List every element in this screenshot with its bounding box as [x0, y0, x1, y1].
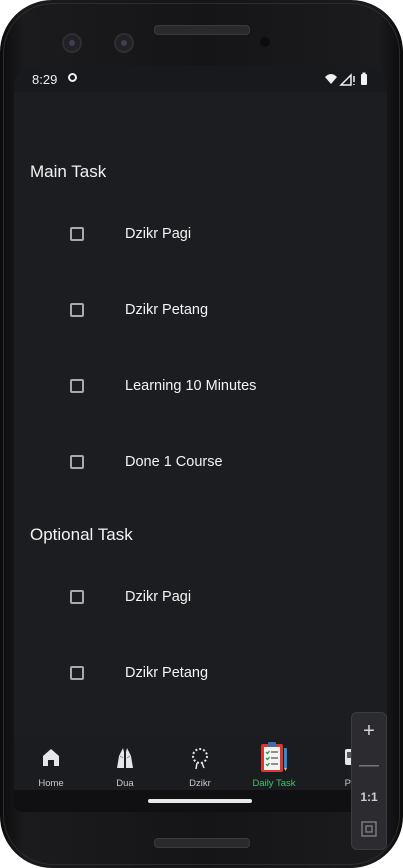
clipboard-checklist-icon — [261, 742, 287, 772]
nav-label: Dua — [116, 778, 134, 789]
task-checkbox[interactable] — [70, 227, 84, 241]
nav-item-home[interactable]: Home — [16, 738, 86, 790]
nav-label: Daily Task — [252, 778, 296, 789]
task-label: Dzikr Petang — [125, 302, 209, 318]
earpiece-speaker — [154, 25, 250, 35]
front-camera-secondary — [114, 33, 134, 53]
battery-icon — [361, 74, 367, 85]
prayer-beads-icon — [192, 748, 208, 770]
bottom-navigation: Home Dua Dzikr Daily Task — [14, 738, 387, 790]
status-icons — [325, 72, 367, 86]
nav-label: Dzikr — [189, 778, 211, 789]
home-gesture-handle[interactable] — [148, 799, 252, 803]
task-row[interactable]: Dzikr Petang — [14, 661, 387, 701]
nav-label: Home — [38, 778, 64, 789]
signal-icon — [339, 73, 352, 86]
task-checkbox[interactable] — [70, 303, 84, 317]
status-bar: 8:29 — [14, 66, 387, 92]
task-checkbox[interactable] — [70, 590, 84, 604]
praying-hands-icon — [117, 748, 133, 768]
task-row[interactable]: Dzikr Pagi — [14, 222, 387, 262]
phone-frame: 8:29 Main Task Dzikr Pagi Dzikr Petang L… — [0, 0, 403, 868]
task-label: Dzikr Pagi — [125, 226, 192, 242]
zoom-out-button[interactable]: — — [352, 749, 386, 781]
task-checkbox[interactable] — [70, 455, 84, 469]
task-label: Dzikr Pagi — [125, 589, 192, 605]
task-checkbox[interactable] — [70, 666, 84, 680]
task-label: Dzikr Petang — [125, 665, 209, 681]
task-list-content[interactable]: Main Task Dzikr Pagi Dzikr Petang Learni… — [14, 92, 387, 738]
bottom-speaker — [154, 838, 250, 848]
nav-item-dzikr[interactable]: Dzikr — [165, 738, 235, 790]
zoom-reset-button[interactable]: 1:1 — [352, 781, 386, 813]
app-screen: 8:29 Main Task Dzikr Pagi Dzikr Petang L… — [14, 66, 387, 812]
nav-item-dua[interactable]: Dua — [90, 738, 160, 790]
fit-screen-button[interactable] — [352, 813, 386, 845]
task-label: Done 1 Course — [125, 454, 223, 470]
emulator-zoom-controls: + — 1:1 — [351, 712, 387, 850]
task-row[interactable]: Done 1 Course — [14, 450, 387, 490]
task-checkbox[interactable] — [70, 379, 84, 393]
wifi-icon — [325, 74, 337, 84]
task-row[interactable]: Learning 10 Minutes — [14, 374, 387, 414]
home-icon — [43, 749, 59, 766]
zoom-in-button[interactable]: + — [352, 715, 386, 747]
main-task-title: Main Task — [30, 162, 107, 181]
notification-icon — [68, 73, 77, 82]
status-time: 8:29 — [32, 72, 58, 87]
task-row[interactable]: Dzikr Petang — [14, 298, 387, 338]
gesture-navigation-bar — [14, 790, 387, 812]
task-row[interactable]: Dzikr Pagi — [14, 585, 387, 625]
nav-item-daily-task[interactable]: Daily Task — [239, 738, 309, 790]
proximity-sensor — [260, 37, 270, 47]
task-label: Learning 10 Minutes — [125, 378, 257, 394]
optional-task-title: Optional Task — [30, 525, 133, 544]
fit-screen-icon — [361, 821, 377, 837]
front-camera — [62, 33, 82, 53]
